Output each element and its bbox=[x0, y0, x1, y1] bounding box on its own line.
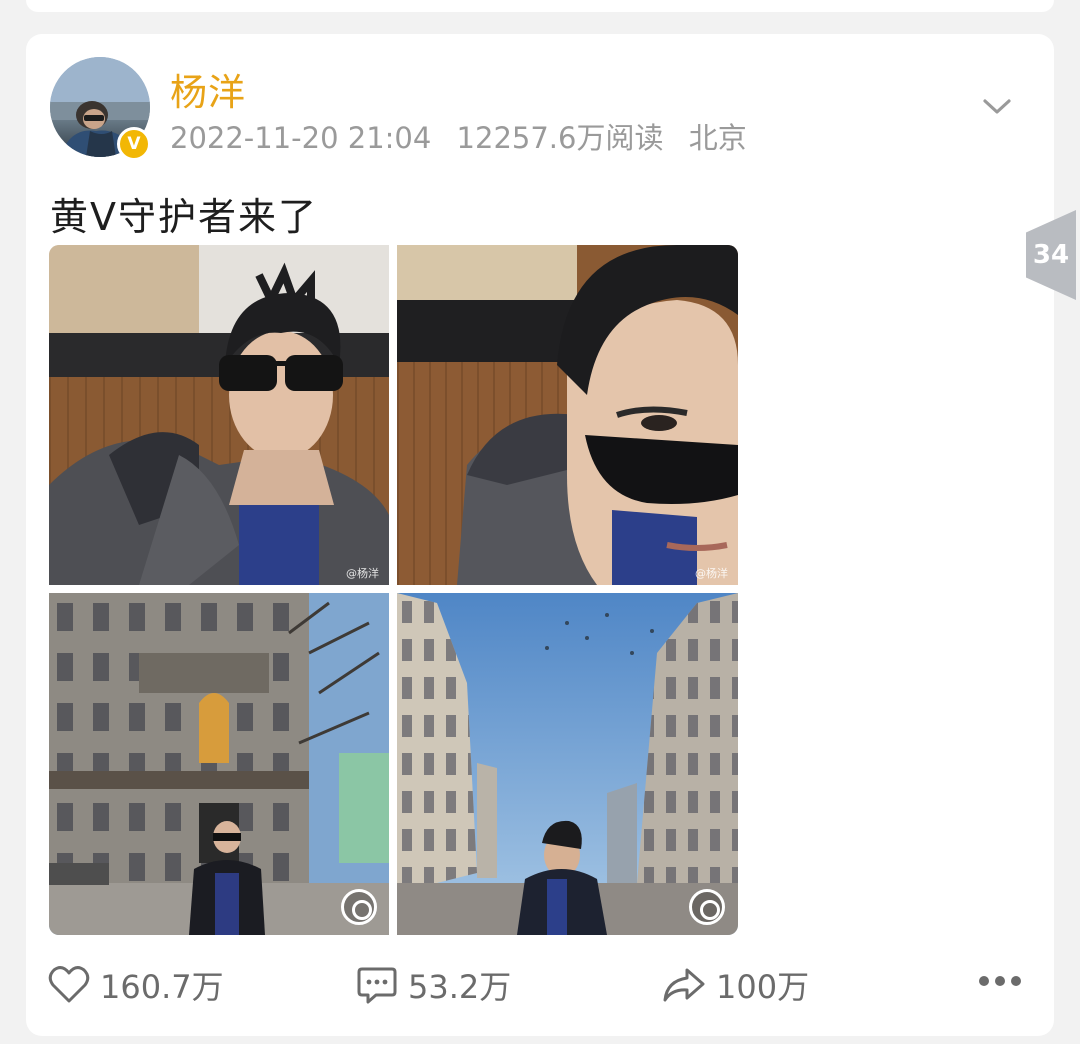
live-photo-icon[interactable] bbox=[341, 889, 377, 925]
post-read-count: 12257.6万阅读 bbox=[456, 121, 664, 155]
photo-2-image bbox=[397, 245, 738, 585]
repost-button[interactable]: 100万 bbox=[662, 962, 809, 1008]
like-count: 160.7万 bbox=[100, 968, 224, 1006]
chevron-down-icon[interactable] bbox=[980, 94, 1014, 120]
verified-badge: V bbox=[117, 127, 151, 161]
photo-1[interactable]: @杨洋 bbox=[49, 245, 389, 585]
photo-watermark-2: @杨洋 bbox=[695, 567, 728, 580]
more-options-button[interactable] bbox=[978, 974, 1032, 988]
photo-4[interactable]: @杨洋 bbox=[397, 593, 738, 935]
photo-2[interactable]: @杨洋 bbox=[397, 245, 738, 585]
photo-4-image bbox=[397, 593, 738, 935]
comment-button[interactable]: 53.2万 bbox=[356, 962, 511, 1008]
previous-post-card-edge bbox=[26, 0, 1054, 12]
post-text: 黄V守护者来了 bbox=[50, 195, 318, 239]
more-dots-icon bbox=[979, 976, 1021, 986]
action-bar: 160.7万 53.2万 100万 bbox=[48, 962, 1038, 1012]
like-button[interactable]: 160.7万 bbox=[48, 962, 224, 1008]
photo-watermark: @杨洋 bbox=[346, 567, 379, 580]
post-location: 北京 bbox=[688, 121, 747, 155]
side-tab-count: 34 bbox=[1032, 240, 1070, 270]
photo-3-image bbox=[49, 593, 389, 935]
repost-count: 100万 bbox=[716, 968, 810, 1006]
author-name[interactable]: 杨洋 bbox=[170, 62, 246, 116]
post-timestamp: 2022-11-20 21:04 bbox=[170, 121, 432, 155]
post-meta: 2022-11-20 21:04 12257.6万阅读 北京 bbox=[170, 115, 763, 157]
share-icon bbox=[663, 968, 705, 1002]
comment-icon bbox=[357, 967, 397, 1004]
heart-icon bbox=[48, 966, 90, 1003]
photo-1-image bbox=[49, 245, 389, 585]
live-photo-icon-2[interactable] bbox=[689, 889, 725, 925]
comment-count: 53.2万 bbox=[408, 968, 512, 1006]
photo-3[interactable] bbox=[49, 593, 389, 935]
photo-grid: @杨洋 @杨洋 bbox=[49, 245, 738, 935]
